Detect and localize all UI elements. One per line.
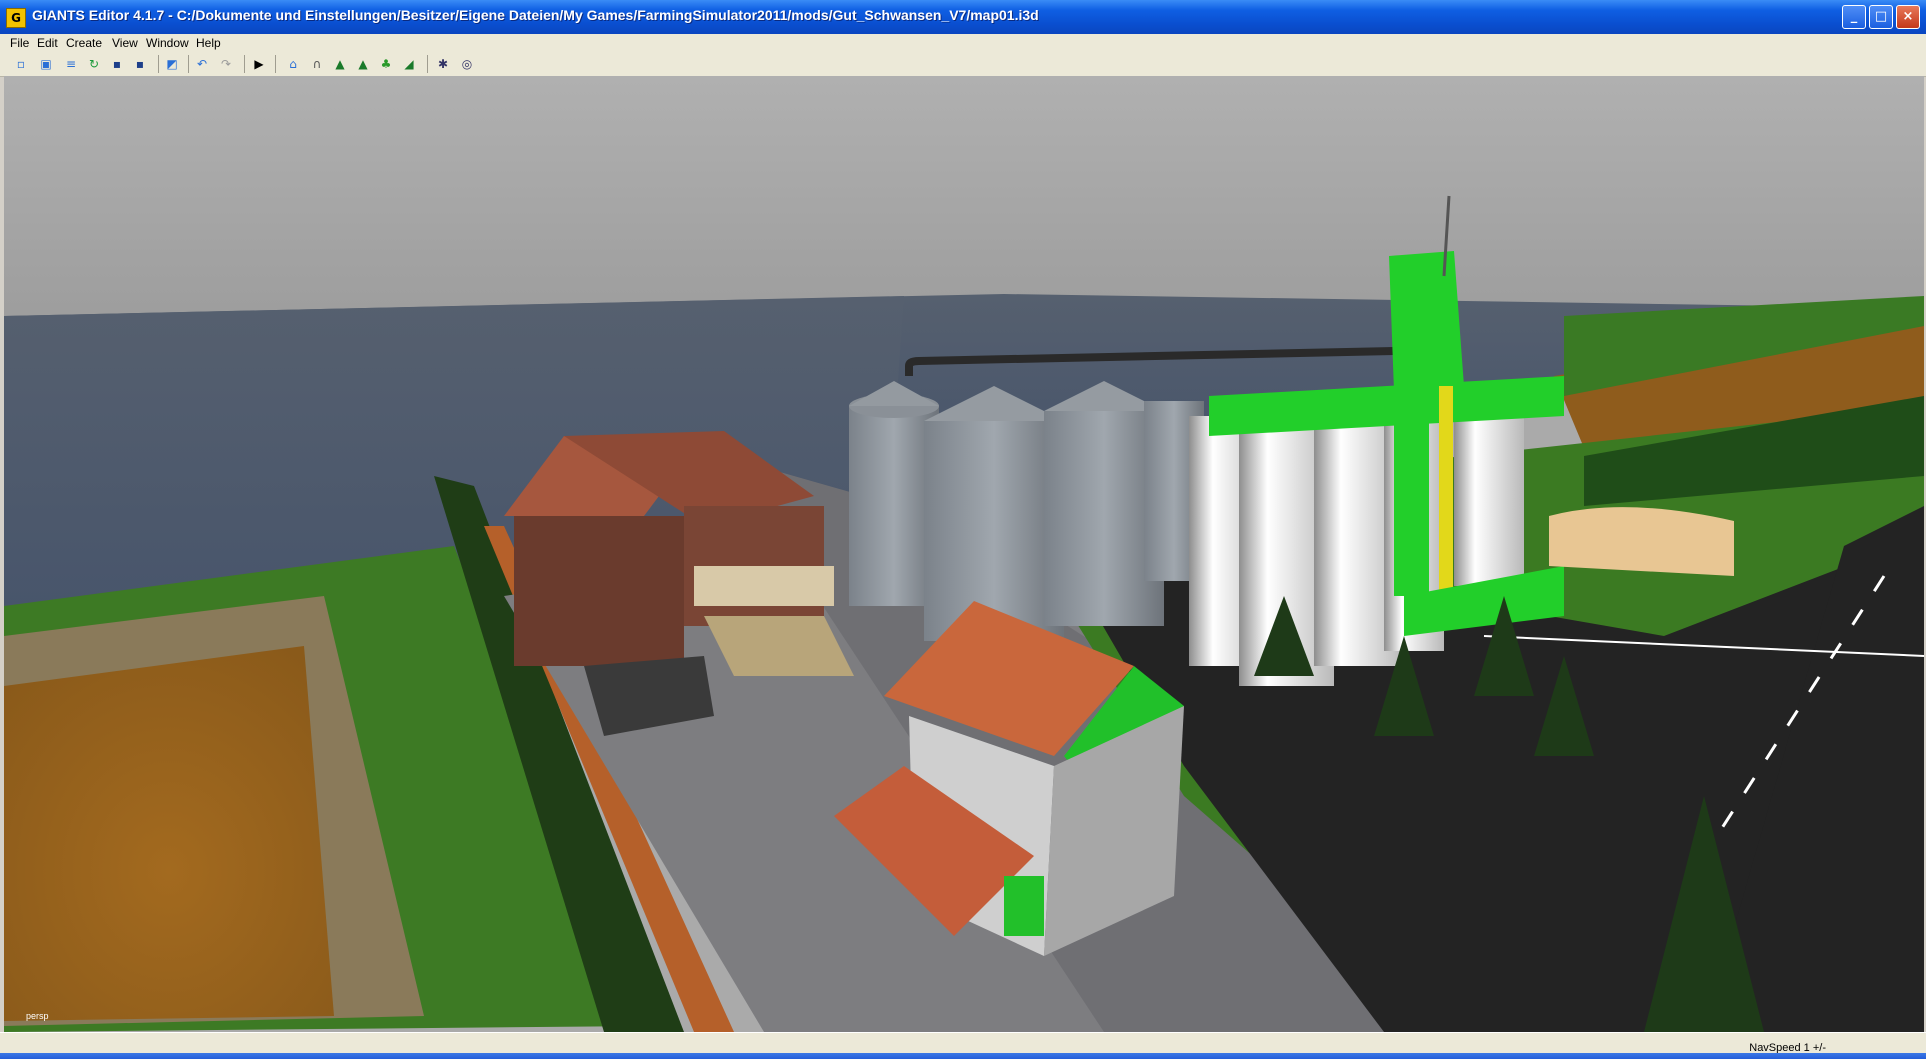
close-button[interactable]: ×: [1896, 5, 1920, 29]
save-icon[interactable]: ▪: [108, 55, 126, 73]
move-icon[interactable]: ∩: [308, 55, 326, 73]
giants-app-icon[interactable]: G: [6, 8, 26, 28]
menu-edit[interactable]: Edit: [37, 36, 58, 50]
toolbar-separator: [188, 55, 189, 73]
menu-create[interactable]: Create: [66, 36, 102, 50]
select-icon[interactable]: ⌂: [284, 55, 302, 73]
toolbar-separator: [427, 55, 428, 73]
camera-label: persp: [26, 1011, 49, 1021]
terrain-sculpt-icon[interactable]: ▲: [331, 55, 349, 73]
menu-file[interactable]: File: [10, 36, 29, 50]
toolbar-separator: [158, 55, 159, 73]
status-bar: NavSpeed 1 +/-: [0, 1032, 1926, 1059]
undo-icon[interactable]: ↶: [193, 55, 211, 73]
menu-bar: File Edit Create View Window Help: [0, 34, 1926, 52]
snap-icon[interactable]: ◎: [458, 55, 476, 73]
title-bar: G GIANTS Editor 4.1.7 - C:/Dokumente und…: [0, 0, 1926, 35]
menu-help[interactable]: Help: [196, 36, 221, 50]
refresh-icon[interactable]: ↻: [85, 55, 103, 73]
grid-icon[interactable]: ✱: [434, 55, 452, 73]
export-icon[interactable]: ◩: [163, 55, 181, 73]
maximize-button[interactable]: □: [1869, 5, 1893, 29]
menu-view[interactable]: View: [112, 36, 138, 50]
toolbar: ▫ ▣ ≡ ↻ ▪ ▪ ◩ ↶ ↷ ▶ ⌂ ∩ ▲ ▲ ♣ ◢ ✱ ◎: [0, 52, 1926, 77]
play-icon[interactable]: ▶: [250, 55, 268, 73]
menu-window[interactable]: Window: [146, 36, 189, 50]
terrain-paint-icon[interactable]: ▲: [354, 55, 372, 73]
new-icon[interactable]: ▫: [12, 55, 30, 73]
taskbar-strip: [0, 1053, 1926, 1059]
terrain-edit-icon[interactable]: ◢: [400, 55, 418, 73]
foliage-icon[interactable]: ♣: [377, 55, 395, 73]
toolbar-separator: [244, 55, 245, 73]
import-icon[interactable]: ≡: [62, 55, 80, 73]
window-title: GIANTS Editor 4.1.7 - C:/Dokumente und E…: [32, 7, 1039, 23]
viewport-3d[interactable]: persp: [4, 76, 1924, 1032]
open-icon[interactable]: ▣: [37, 55, 55, 73]
save-all-icon[interactable]: ▪: [131, 55, 149, 73]
minimize-button[interactable]: _: [1842, 5, 1866, 29]
toolbar-separator: [275, 55, 276, 73]
redo-icon[interactable]: ↷: [217, 55, 235, 73]
scene-render: [4, 76, 1924, 1032]
